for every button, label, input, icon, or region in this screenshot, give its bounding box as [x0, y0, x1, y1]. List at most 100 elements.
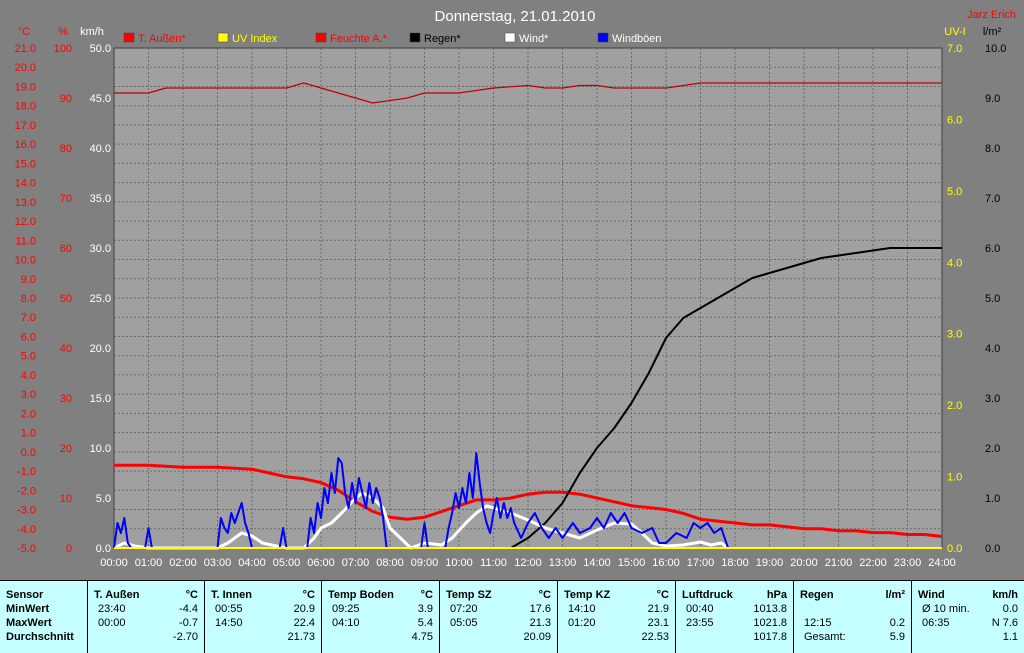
column-header: Wind: [918, 589, 945, 601]
rain-tick-label: 0.0: [985, 543, 1000, 555]
temp-tick-label: 0.0: [21, 447, 36, 459]
weather-chart: 21.0 20.0 19.0 18.0 17.0 16.0 15.0 14.0 13.0 12.0…: [15, 8, 1016, 569]
min-time: 00:55: [215, 603, 243, 615]
chart-title: Donnerstag, 21.01.2010: [435, 8, 596, 25]
row-label-avg: Durchschnitt: [6, 631, 74, 643]
uv-tick-label: 2.0: [947, 400, 962, 412]
min-time: 23:40: [98, 603, 126, 615]
temp-tick-label: -5.0: [17, 543, 36, 555]
min-value: 20.9: [293, 603, 315, 615]
wind-tick-label: 10.0: [90, 443, 111, 455]
legend-swatch: [597, 32, 609, 43]
uv-tick-label: 6.0: [947, 114, 962, 126]
x-tick-label: 04:00: [238, 557, 266, 569]
legend-label: Windböen: [612, 33, 662, 45]
legend-swatch: [409, 32, 421, 43]
temp-tick-label: 4.0: [21, 370, 36, 382]
min-value: 17.6: [529, 603, 551, 615]
uv-tick-label: 3.0: [947, 329, 962, 341]
table-column-t-innen: T. Innen °C 00:55 20.9 14:50 22.4 21.73: [205, 581, 322, 653]
summary-table: Sensor MinWert MaxWert Durchschnitt T. A…: [0, 580, 1024, 653]
avg-value: 1.1: [1002, 631, 1018, 643]
temp-tick-label: 12.0: [15, 216, 36, 228]
x-tick-label: 19:00: [756, 557, 784, 569]
avg-value: 20.09: [523, 631, 551, 643]
column-header: T. Außen: [94, 589, 140, 601]
uv-tick-label: 0.0: [947, 543, 962, 555]
max-time: 00:00: [98, 617, 126, 629]
rain-tick-label: 3.0: [985, 393, 1000, 405]
x-tick-label: 23:00: [894, 557, 922, 569]
avg-label: Gesamt:: [804, 631, 846, 643]
row-label-max: MaxWert: [6, 617, 52, 629]
wind-tick-label: 5.0: [96, 493, 111, 505]
humidity-tick-label: 40: [60, 343, 72, 355]
legend-label: Feuchte A.*: [330, 33, 388, 45]
wind-tick-label: 35.0: [90, 193, 111, 205]
humidity-tick-label: 30: [60, 393, 72, 405]
x-tick-label: 10:00: [445, 557, 473, 569]
rain-tick-label: 9.0: [985, 93, 1000, 105]
temp-tick-label: 15.0: [15, 158, 36, 170]
uv-tick-label: 4.0: [947, 257, 962, 269]
temp-tick-label: 1.0: [21, 428, 36, 440]
rain-tick-label: 7.0: [985, 193, 1000, 205]
wind-tick-label: 0.0: [96, 543, 111, 555]
min-value: 21.9: [647, 603, 669, 615]
temp-tick-label: 14.0: [15, 178, 36, 190]
rain-tick-label: 2.0: [985, 443, 1000, 455]
x-tick-label: 01:00: [135, 557, 163, 569]
avg-value: 4.75: [411, 631, 433, 643]
row-label-sensor: Sensor: [6, 589, 44, 601]
temp-tick-label: 6.0: [21, 331, 36, 343]
table-column-luftdruck: Luftdruck hPa 00:40 1013.8 23:55 1021.8 1017.8: [676, 581, 794, 653]
max-value: 23.1: [647, 617, 669, 629]
temp-tick-label: 7.0: [21, 312, 36, 324]
column-unit: °C: [302, 589, 315, 601]
uv-tick-label: 1.0: [947, 472, 962, 484]
rain-unit-label: l/m²: [983, 26, 1002, 38]
temp-tick-label: 2.0: [21, 408, 36, 420]
wind-unit-label: km/h: [80, 26, 104, 38]
temp-tick-label: -2.0: [17, 485, 36, 497]
temp-tick-label: 19.0: [15, 81, 36, 93]
column-unit: km/h: [992, 589, 1018, 601]
x-tick-label: 09:00: [411, 557, 439, 569]
x-tick-label: 07:00: [342, 557, 370, 569]
temp-tick-label: 8.0: [21, 293, 36, 305]
max-time: 01:20: [568, 617, 596, 629]
wind-tick-label: 15.0: [90, 393, 111, 405]
legend-label: Wind*: [519, 33, 549, 45]
x-tick-label: 24:00: [928, 557, 956, 569]
temp-tick-label: 20.0: [15, 62, 36, 74]
column-unit: l/m²: [885, 589, 905, 601]
min-time: 14:10: [568, 603, 596, 615]
wind-tick-label: 25.0: [90, 293, 111, 305]
x-tick-label: 12:00: [514, 557, 542, 569]
temp-tick-label: 9.0: [21, 274, 36, 286]
max-time: 05:05: [450, 617, 478, 629]
rain-tick-label: 1.0: [985, 493, 1000, 505]
max-time: 12:15: [804, 617, 832, 629]
row-label-min: MinWert: [6, 603, 50, 615]
humidity-tick-label: 60: [60, 243, 72, 255]
avg-value: -2.70: [172, 631, 198, 643]
legend-label: T. Außen*: [138, 33, 186, 45]
x-tick-label: 15:00: [618, 557, 646, 569]
temp-tick-label: -4.0: [17, 524, 36, 536]
temp-tick-label: 16.0: [15, 139, 36, 151]
rain-tick-label: 5.0: [985, 293, 1000, 305]
table-column-temp-boden: Temp Boden °C 09:25 3.9 04:10 5.4 4.75: [322, 581, 440, 653]
min-time: 07:20: [450, 603, 478, 615]
min-value: 1013.8: [753, 603, 787, 615]
max-time: 23:55: [686, 617, 714, 629]
avg-value: 1017.8: [753, 631, 787, 643]
max-time: 04:10: [332, 617, 360, 629]
humidity-unit-label: %: [58, 26, 68, 38]
x-tick-label: 17:00: [687, 557, 715, 569]
column-header: Regen: [800, 589, 834, 601]
legend-label: Regen*: [424, 33, 461, 45]
humidity-tick-label: 0: [66, 543, 72, 555]
min-time: Ø 10 min.: [922, 603, 970, 615]
column-unit: °C: [538, 589, 551, 601]
